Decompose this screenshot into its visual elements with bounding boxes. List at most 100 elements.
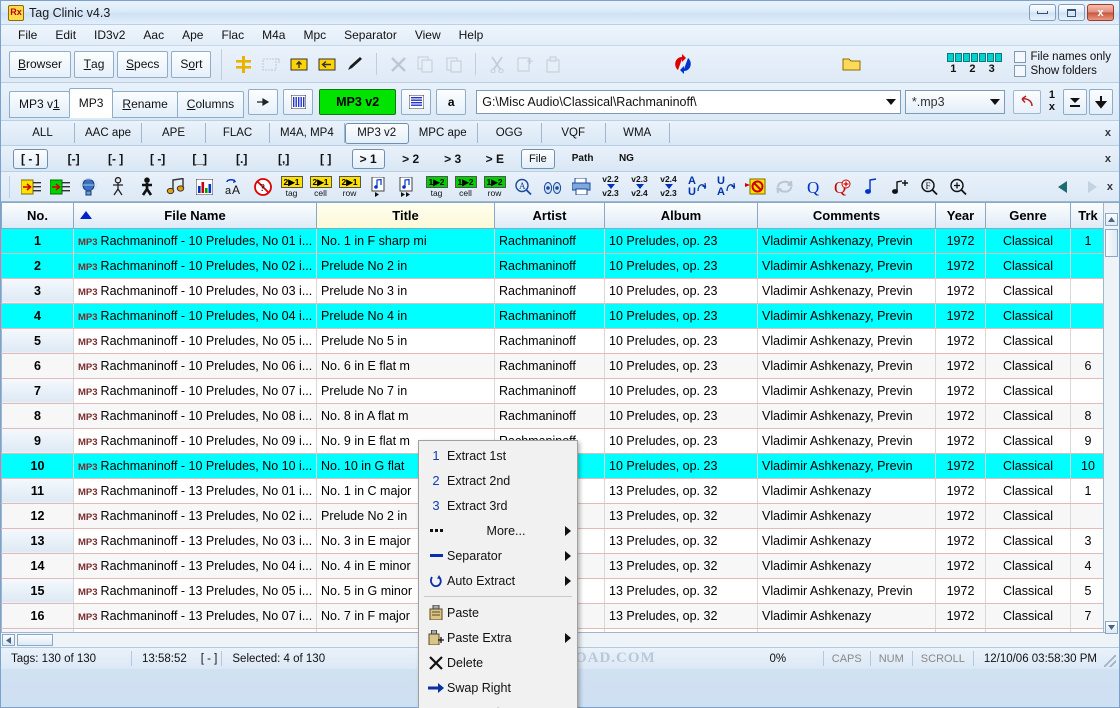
cell-track[interactable]: 4	[1071, 553, 1106, 578]
menu-edit[interactable]: Edit	[46, 26, 85, 44]
menu-item-auto-extract[interactable]: Auto Extract	[419, 568, 577, 593]
menu-separator[interactable]: Separator	[335, 26, 406, 44]
cell-row-number[interactable]: 12	[2, 503, 74, 528]
vertical-scrollbar[interactable]	[1103, 203, 1119, 648]
cell-year[interactable]: 1972	[936, 478, 986, 503]
person-filled-icon[interactable]	[132, 174, 161, 200]
cell-genre[interactable]: Classical	[986, 228, 1071, 253]
cell-row-number[interactable]: 10	[2, 453, 74, 478]
menu-help[interactable]: Help	[450, 26, 493, 44]
cell-year[interactable]: 1972	[936, 228, 986, 253]
cell-track[interactable]: 10	[1071, 453, 1106, 478]
tab-columns[interactable]: Columns	[177, 91, 244, 118]
cell-year[interactable]: 1972	[936, 403, 986, 428]
cell-album[interactable]: 10 Preludes, op. 23	[605, 378, 758, 403]
format-tab-flac[interactable]: FLAC	[206, 123, 270, 143]
cell-genre[interactable]: Classical	[986, 453, 1071, 478]
cell-track[interactable]	[1071, 328, 1106, 353]
no-question-icon[interactable]: ?	[248, 174, 277, 200]
one-to-two-row-icon[interactable]: 1▶2 row	[480, 174, 509, 200]
cell-album[interactable]: 10 Preludes, op. 23	[605, 303, 758, 328]
cell-comments[interactable]: Vladimir Ashkenazy	[758, 503, 936, 528]
column-header-title[interactable]: Title	[317, 203, 495, 228]
close-button[interactable]: x	[1087, 4, 1114, 21]
cell-title[interactable]: Prelude No 5 in	[317, 328, 495, 353]
cell-album[interactable]: 13 Preludes, op. 32	[605, 553, 758, 578]
cell-artist[interactable]: Rachmaninoff	[495, 303, 605, 328]
menu-view[interactable]: View	[406, 26, 450, 44]
filter-path[interactable]: Path	[565, 149, 601, 169]
note-icon[interactable]	[857, 174, 886, 200]
format-tab-mp3v2[interactable]: MP3 v2	[345, 123, 409, 144]
cell-row-number[interactable]: 11	[2, 478, 74, 503]
file-names-only-checkbox[interactable]: File names only	[1014, 51, 1111, 63]
cell-year[interactable]: 1972	[936, 378, 986, 403]
cell-genre[interactable]: Classical	[986, 428, 1071, 453]
cell-track[interactable]: 3	[1071, 528, 1106, 553]
format-tab-wma[interactable]: WMA	[606, 123, 670, 143]
cell-comments[interactable]: Vladimir Ashkenazy	[758, 528, 936, 553]
cell-file-name[interactable]: MP3Rachmaninoff - 13 Preludes, No 01 i..…	[74, 478, 317, 503]
cell-genre[interactable]: Classical	[986, 528, 1071, 553]
filter-gt1[interactable]: > 1	[352, 149, 385, 169]
cell-file-name[interactable]: MP3Rachmaninoff - 13 Preludes, No 03 i..…	[74, 528, 317, 553]
cell-artist[interactable]: Rachmaninoff	[495, 278, 605, 303]
cell-row-number[interactable]: 1	[2, 228, 74, 253]
cell-comments[interactable]: Vladimir Ashkenazy, Previn	[758, 253, 936, 278]
extract-left-yellow-icon[interactable]	[16, 174, 45, 200]
menu-item-delete[interactable]: Delete	[419, 650, 577, 675]
menu-item-separator-option[interactable]: Separator	[419, 543, 577, 568]
cell-row-number[interactable]: 7	[2, 378, 74, 403]
menu-ape[interactable]: Ape	[173, 26, 212, 44]
resize-grip[interactable]	[1104, 655, 1116, 667]
a-button[interactable]: a	[436, 89, 466, 115]
cell-year[interactable]: 1972	[936, 328, 986, 353]
vertical-scroll-thumb[interactable]	[1105, 229, 1118, 257]
cell-row-number[interactable]: 5	[2, 328, 74, 353]
tag-button[interactable]: Tag	[74, 51, 114, 78]
cell-row-number[interactable]: 13	[2, 528, 74, 553]
cell-track[interactable]: 8	[1071, 403, 1106, 428]
cell-album[interactable]: 10 Preludes, op. 23	[605, 453, 758, 478]
tab-rename[interactable]: Rename	[112, 91, 177, 118]
columns-icon[interactable]	[283, 89, 313, 115]
cell-artist[interactable]: Rachmaninoff	[495, 253, 605, 278]
cell-track[interactable]: 1	[1071, 478, 1106, 503]
menu-id3v2[interactable]: ID3v2	[85, 26, 134, 44]
cell-album[interactable]: 13 Preludes, op. 32	[605, 503, 758, 528]
open-hand-icon[interactable]	[248, 89, 278, 115]
table-row[interactable]: 8MP3Rachmaninoff - 10 Preludes, No 08 i.…	[2, 403, 1106, 428]
cell-year[interactable]: 1972	[936, 303, 986, 328]
zoom-in-icon[interactable]	[944, 174, 973, 200]
globe-icon[interactable]	[74, 174, 103, 200]
unicode-ansi-icon[interactable]: U A	[712, 174, 741, 200]
one-to-two-tag-icon[interactable]: 1▶2 tag	[422, 174, 451, 200]
cell-artist[interactable]: Rachmaninoff	[495, 328, 605, 353]
note-page-play-icon[interactable]	[364, 174, 393, 200]
cell-year[interactable]: 1972	[936, 428, 986, 453]
q-red-plus-icon[interactable]: Q	[828, 174, 857, 200]
cell-genre[interactable]: Classical	[986, 378, 1071, 403]
filter-empty[interactable]: [ ]	[310, 149, 342, 169]
cell-genre[interactable]: Classical	[986, 303, 1071, 328]
extension-filter-select[interactable]: *.mp3	[905, 90, 1005, 114]
cell-year[interactable]: 1972	[936, 528, 986, 553]
cell-genre[interactable]: Classical	[986, 578, 1071, 603]
table-row[interactable]: 1MP3Rachmaninoff - 10 Preludes, No 01 i.…	[2, 228, 1106, 253]
column-header-filename[interactable]: File Name	[74, 203, 317, 228]
format-tab-vqf[interactable]: VQF	[542, 123, 606, 143]
cell-artist[interactable]: Rachmaninoff	[495, 378, 605, 403]
music-notes-icon[interactable]	[161, 174, 190, 200]
table-row[interactable]: 3MP3Rachmaninoff - 10 Preludes, No 03 i.…	[2, 278, 1106, 303]
cell-album[interactable]: 13 Preludes, op. 32	[605, 478, 758, 503]
format-tab-m4a-mp4[interactable]: M4A, MP4	[270, 123, 345, 143]
cell-file-name[interactable]: MP3Rachmaninoff - 13 Preludes, No 02 i..…	[74, 503, 317, 528]
note-page-fastforward-icon[interactable]	[393, 174, 422, 200]
cell-album[interactable]: 10 Preludes, op. 23	[605, 278, 758, 303]
person-outline-icon[interactable]	[103, 174, 132, 200]
table-row[interactable]: 6MP3Rachmaninoff - 10 Preludes, No 06 i.…	[2, 353, 1106, 378]
cell-file-name[interactable]: MP3Rachmaninoff - 10 Preludes, No 03 i..…	[74, 278, 317, 303]
bar-chart-icon[interactable]	[190, 174, 219, 200]
filter-gt3[interactable]: > 3	[437, 149, 469, 169]
menu-item-extract-2nd[interactable]: 2 Extract 2nd	[419, 468, 577, 493]
